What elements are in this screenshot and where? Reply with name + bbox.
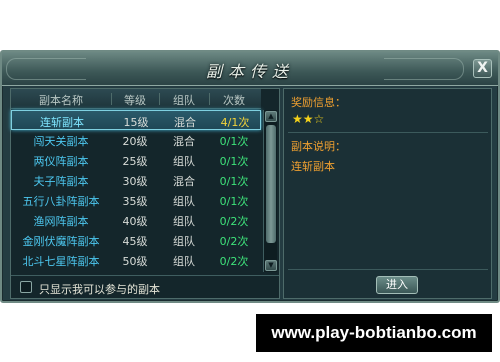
dungeon-level: 15级 xyxy=(123,116,149,129)
dungeon-info-panel: 奖励信息： ★★☆ 副本说明： 连斩副本 进入 xyxy=(283,88,492,299)
info-divider xyxy=(288,269,488,270)
description-heading: 副本说明： xyxy=(291,140,346,153)
title-bar[interactable]: 副本传送 X xyxy=(2,52,498,86)
dungeon-count: 0/2次 xyxy=(219,215,249,228)
header-team: 组队 xyxy=(173,94,195,107)
info-divider xyxy=(288,132,488,133)
dungeon-name: 渔网阵副本 xyxy=(33,215,89,228)
filter-row: 只显示我可以参与的副本 xyxy=(11,275,279,299)
dungeon-team: 混合 xyxy=(173,135,195,148)
reward-stars-icon: ★★☆ xyxy=(292,112,325,126)
dungeon-level: 40级 xyxy=(122,215,148,228)
table-row[interactable]: 夫子阵副本 30级 混合 0/1次 xyxy=(11,170,261,190)
table-row[interactable]: 北斗七星阵副本 50级 组队 0/2次 xyxy=(11,250,261,270)
enter-button[interactable]: 进入 xyxy=(376,276,418,294)
scroll-thumb[interactable] xyxy=(266,125,276,243)
header-count: 次数 xyxy=(223,94,245,107)
header-level: 等级 xyxy=(124,94,146,107)
list-scrollbar[interactable]: ▲ ▼ xyxy=(263,110,277,272)
reward-heading: 奖励信息： xyxy=(291,96,346,109)
dungeon-team: 组队 xyxy=(173,255,195,268)
dungeon-name: 夫子阵副本 xyxy=(33,175,89,188)
close-button[interactable]: X xyxy=(473,59,492,78)
dungeon-count: 0/1次 xyxy=(219,195,249,208)
dungeon-name: 北斗七星阵副本 xyxy=(22,255,100,268)
table-row[interactable]: 闯天关副本 20级 混合 0/1次 xyxy=(11,130,261,150)
scroll-down-button[interactable]: ▼ xyxy=(265,260,277,271)
dungeon-count: 0/1次 xyxy=(219,155,249,168)
table-row[interactable]: 连斩副本 15级 混合 4/1次 xyxy=(11,110,261,130)
dungeon-team: 混合 xyxy=(173,175,195,188)
dungeon-name: 闯天关副本 xyxy=(33,135,89,148)
dungeon-team: 混合 xyxy=(174,116,196,129)
dungeon-level: 50级 xyxy=(122,255,148,268)
dungeon-count: 0/2次 xyxy=(219,255,249,268)
table-row[interactable]: 渔网阵副本 40级 组队 0/2次 xyxy=(11,210,261,230)
dungeon-team: 组队 xyxy=(173,195,195,208)
dungeon-level: 30级 xyxy=(122,175,148,188)
dungeon-level: 35级 xyxy=(122,195,148,208)
dungeon-team: 组队 xyxy=(173,235,195,248)
dungeon-team: 组队 xyxy=(173,155,195,168)
dungeon-name: 金刚伏魔阵副本 xyxy=(22,235,100,248)
dungeon-level: 45级 xyxy=(122,235,148,248)
dungeon-count: 0/2次 xyxy=(219,235,249,248)
dungeon-rows: 连斩副本 15级 混合 4/1次 闯天关副本 20级 混合 0/1次 两仪阵副本… xyxy=(11,110,263,272)
table-header: 副本名称 等级 组队 次数 xyxy=(11,89,261,109)
dungeon-name: 五行八卦阵副本 xyxy=(22,195,100,208)
dungeon-teleport-window: 副本传送 X 副本名称 等级 组队 次数 连斩副本 15级 混合 4/1次 闯天… xyxy=(0,50,500,303)
table-row[interactable]: 五行八卦阵副本 35级 组队 0/1次 xyxy=(11,190,261,210)
eligible-only-checkbox[interactable] xyxy=(20,281,32,293)
dungeon-name: 两仪阵副本 xyxy=(33,155,89,168)
scroll-up-button[interactable]: ▲ xyxy=(265,111,277,122)
dungeon-level: 25级 xyxy=(122,155,148,168)
dungeon-list-panel: 副本名称 等级 组队 次数 连斩副本 15级 混合 4/1次 闯天关副本 20级… xyxy=(10,88,280,299)
dungeon-count: 4/1次 xyxy=(220,116,250,129)
dungeon-count: 0/1次 xyxy=(219,135,249,148)
window-title: 副本传送 xyxy=(205,62,294,81)
dungeon-name: 连斩副本 xyxy=(40,116,84,129)
table-row[interactable]: 两仪阵副本 25级 组队 0/1次 xyxy=(11,150,261,170)
dungeon-level: 20级 xyxy=(122,135,148,148)
dungeon-count: 0/1次 xyxy=(219,175,249,188)
dungeon-team: 组队 xyxy=(173,215,195,228)
watermark-banner: www.play-bobtianbo.com xyxy=(256,314,492,352)
table-row[interactable]: 金刚伏魔阵副本 45级 组队 0/2次 xyxy=(11,230,261,250)
header-name: 副本名称 xyxy=(39,94,83,107)
description-text: 连斩副本 xyxy=(291,160,335,173)
eligible-only-label[interactable]: 只显示我可以参与的副本 xyxy=(39,281,160,297)
